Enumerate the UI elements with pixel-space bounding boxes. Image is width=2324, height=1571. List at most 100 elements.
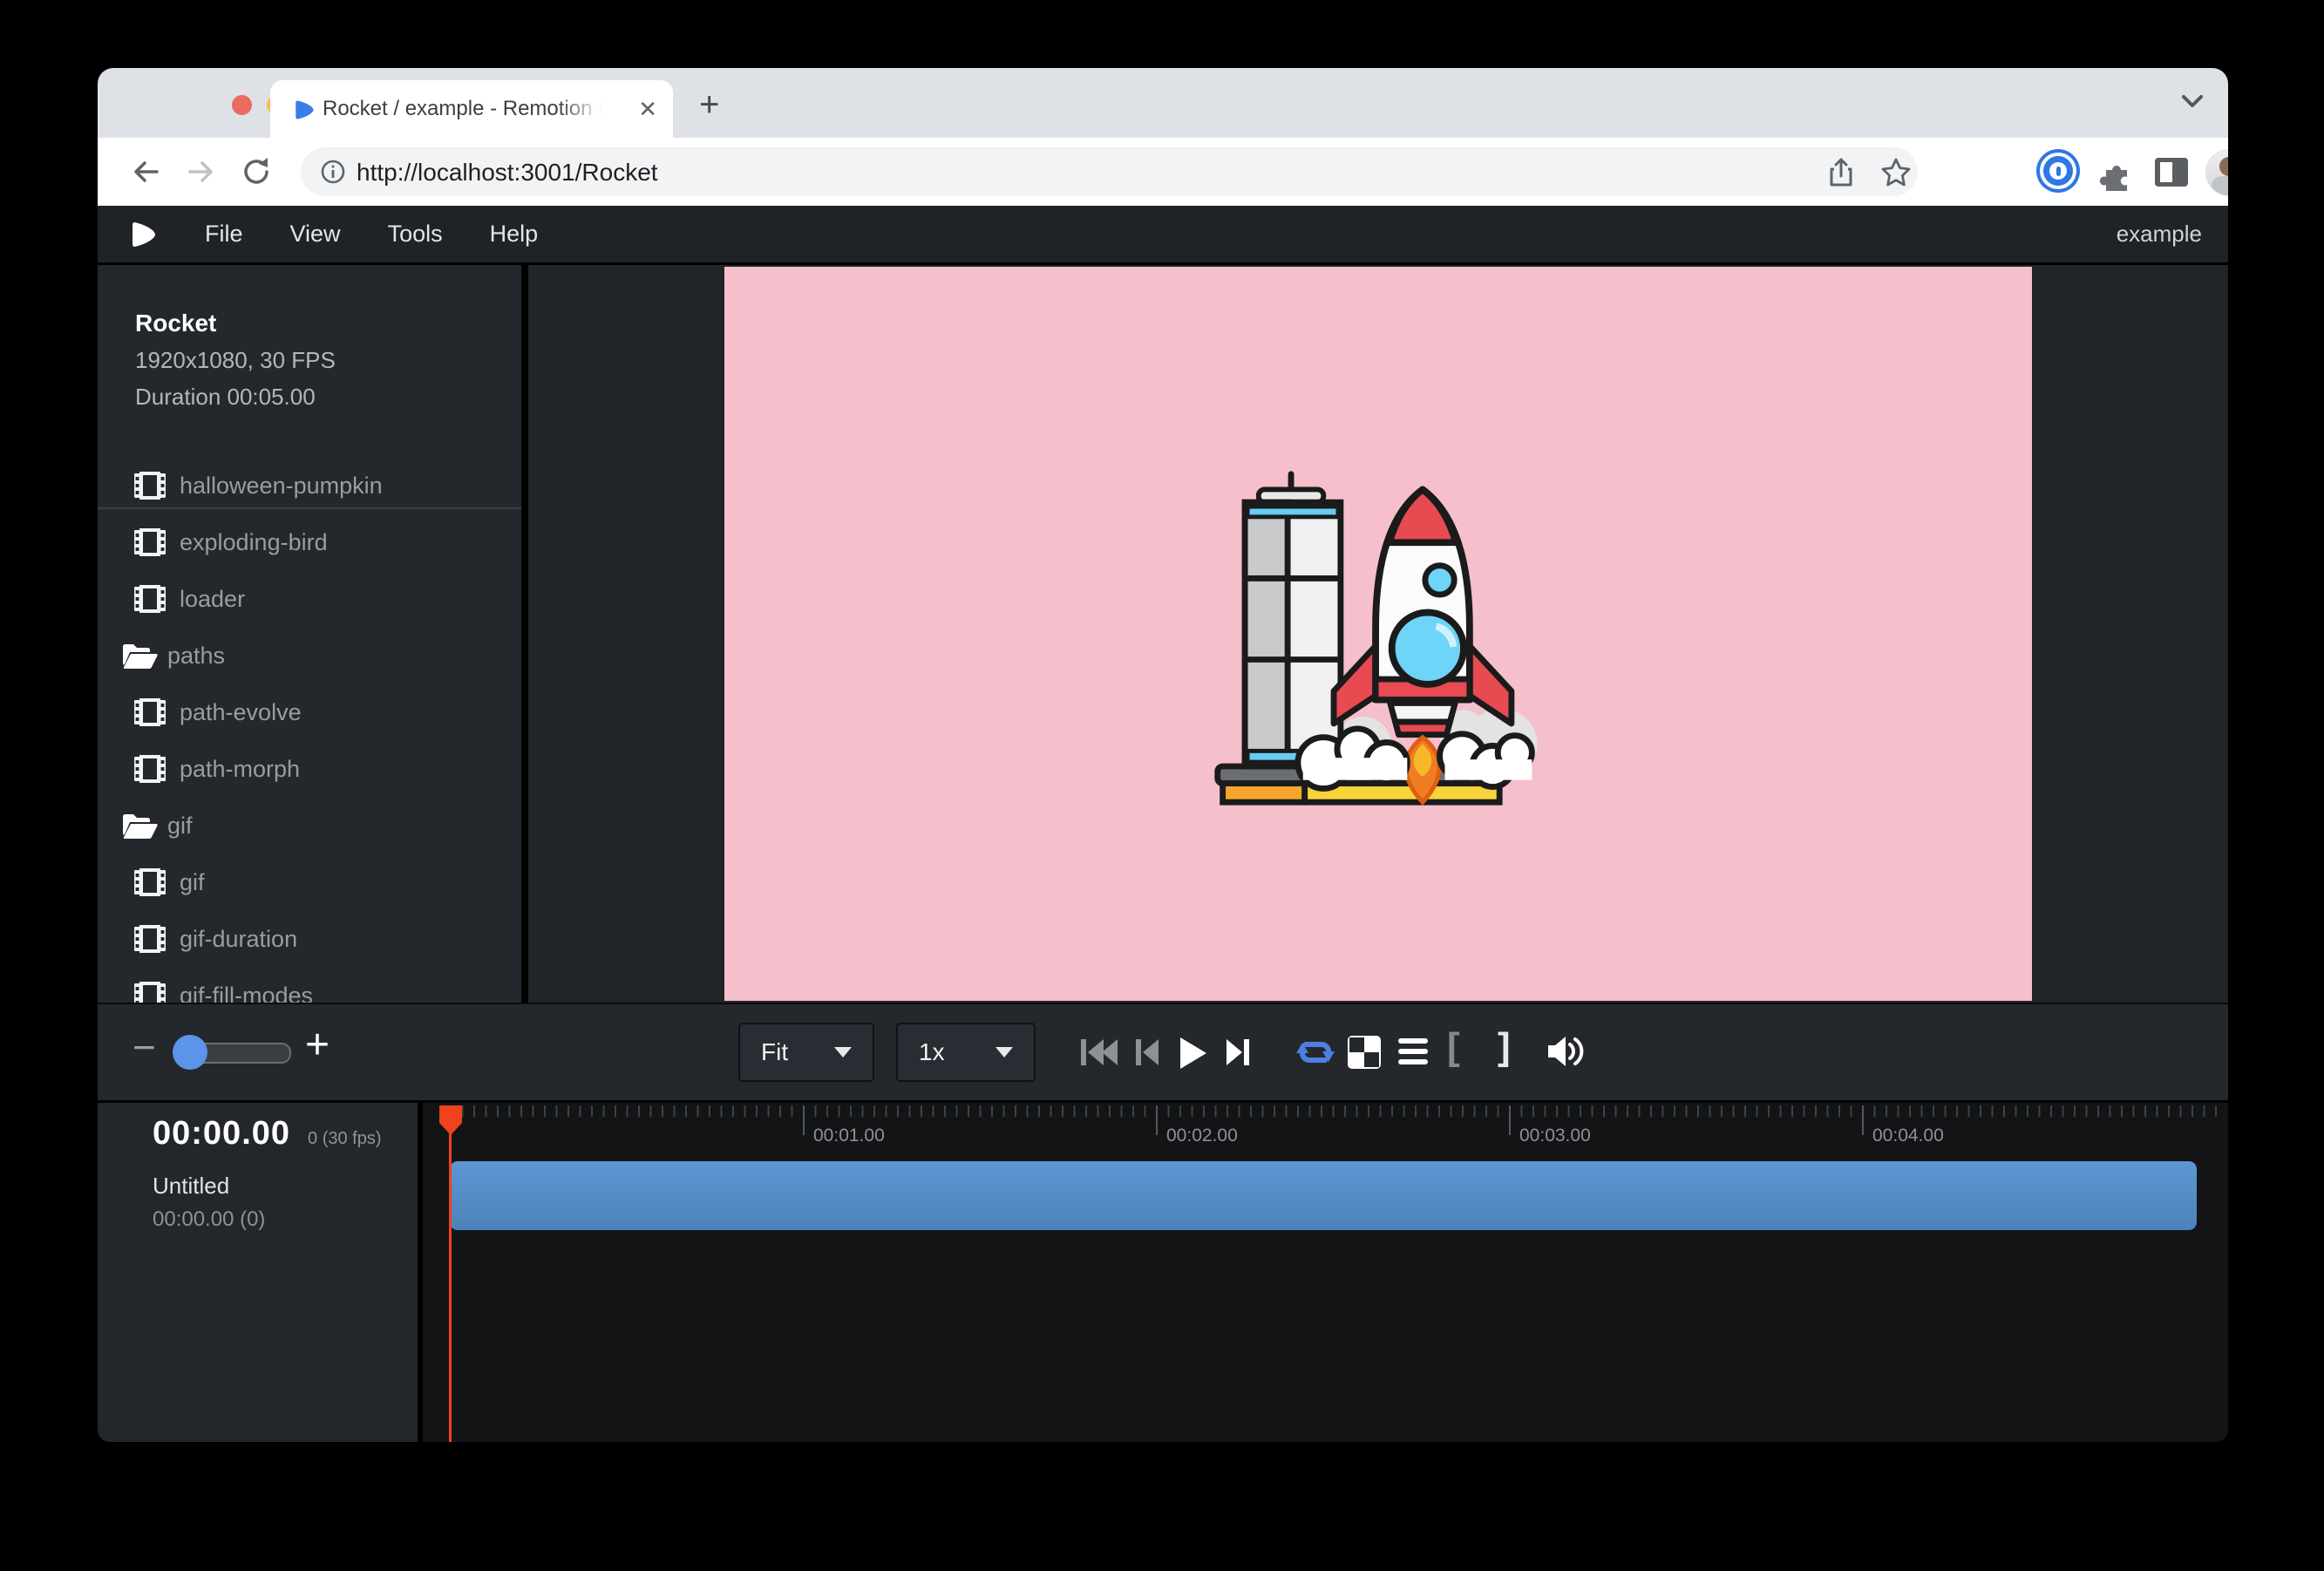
remotion-logo-icon[interactable] (129, 220, 157, 249)
zoom-slider-thumb[interactable] (173, 1035, 207, 1070)
sidebar-item-label: path-evolve (180, 699, 302, 726)
forward-icon[interactable] (185, 156, 218, 187)
menu-view[interactable]: View (267, 221, 364, 248)
timeline-info-panel: 00:00.00 0 (30 fps) Untitled 00:00.00 (0… (98, 1103, 418, 1442)
tab-search-chevron-icon[interactable] (2181, 94, 2204, 110)
share-icon[interactable] (1826, 157, 1856, 188)
compositions-sidebar: Rocket 1920x1080, 30 FPS Duration 00:05.… (98, 265, 521, 1003)
video-canvas[interactable] (724, 267, 2032, 1001)
ruler-label: 00:02.00 (1166, 1126, 1238, 1146)
play-icon[interactable] (1177, 1036, 1208, 1071)
timeline-rows-icon[interactable] (1396, 1036, 1430, 1069)
browser-toolbar: http://localhost:3001/Rocket (98, 138, 2228, 206)
sidebar-item-loader[interactable]: loader (98, 571, 521, 628)
extensions-puzzle-icon[interactable] (2099, 158, 2134, 191)
volume-icon[interactable] (1546, 1034, 1585, 1069)
playhead-marker[interactable] (439, 1105, 462, 1136)
ruler-label: 00:01.00 (813, 1126, 885, 1146)
sidebar-folder-paths[interactable]: paths (98, 628, 521, 684)
sidebar-folder-gif[interactable]: gif (98, 798, 521, 854)
sidebar-folder-label: paths (167, 643, 225, 670)
timeline-panel: 00:00.00 0 (30 fps) Untitled 00:00.00 (0… (98, 1100, 2228, 1442)
sidebar-panel-icon[interactable] (2155, 158, 2188, 187)
timeline-zoom-slider[interactable] (174, 1043, 291, 1064)
chevron-down-icon (996, 1047, 1013, 1058)
ruler-major-tick (1862, 1105, 1864, 1135)
zoom-in-button[interactable]: + (305, 1021, 330, 1069)
sidebar-item-exploding-bird[interactable]: exploding-bird (98, 514, 521, 571)
skip-to-start-icon[interactable] (1079, 1036, 1119, 1069)
tab-close-icon[interactable]: ✕ (638, 95, 657, 123)
tab-title-fade (558, 89, 621, 129)
menu-help[interactable]: Help (466, 221, 562, 248)
avatar-head (2219, 157, 2228, 176)
sidebar-item-halloween-pumpkin[interactable]: halloween-pumpkin (98, 458, 521, 514)
url-text: http://localhost:3001/Rocket (357, 159, 658, 187)
browser-tab[interactable]: Rocket / example - Remotion P ✕ (270, 80, 673, 138)
onepassword-inner (2049, 162, 2067, 180)
composition-title: Rocket (135, 305, 336, 342)
browser-window: Rocket / example - Remotion P ✕ + http:/… (98, 68, 2228, 1442)
main-area: Rocket 1920x1080, 30 FPS Duration 00:05.… (98, 265, 2228, 1003)
profile-avatar[interactable] (2205, 149, 2228, 196)
in-point-bracket-icon[interactable]: [ (1447, 1025, 1460, 1069)
onepassword-extension-icon[interactable] (2040, 153, 2076, 189)
zoom-out-button[interactable]: − (133, 1024, 156, 1071)
site-info-icon[interactable] (320, 159, 346, 185)
sidebar-item-gif-duration[interactable]: gif-duration (98, 911, 521, 968)
next-frame-icon[interactable] (1224, 1036, 1252, 1069)
current-frame-label: 0 (30 fps) (308, 1129, 381, 1149)
current-timecode: 00:00.00 (153, 1115, 290, 1153)
size-select-value: Fit (761, 1038, 788, 1066)
track-time-label: 00:00.00 (0) (153, 1207, 265, 1232)
film-icon (133, 866, 166, 899)
composition-resolution: 1920x1080, 30 FPS (135, 342, 336, 378)
playback-speed-select[interactable]: 1x (896, 1023, 1036, 1082)
composition-duration: Duration 00:05.00 (135, 378, 336, 415)
tab-strip: Rocket / example - Remotion P ✕ + (98, 68, 2228, 138)
sidebar-preview-divider (521, 265, 528, 1003)
close-window-button[interactable] (232, 95, 252, 115)
sidebar-item-label: path-morph (180, 756, 300, 783)
menu-tools[interactable]: Tools (364, 221, 466, 248)
ruler-minor-ticks (450, 1105, 2219, 1117)
timeline-clip[interactable] (450, 1161, 2197, 1230)
sidebar-panel-inner (2160, 162, 2172, 182)
previous-frame-icon[interactable] (1133, 1036, 1161, 1069)
ruler-label: 00:03.00 (1519, 1126, 1591, 1146)
speed-select-value: 1x (919, 1038, 945, 1066)
film-icon (133, 696, 166, 729)
transparency-checkerboard-icon[interactable] (1346, 1034, 1383, 1071)
avatar-body (2212, 176, 2228, 196)
timeline-track-area[interactable]: 00:01.00 00:02.00 00:03.00 00:04.00 (423, 1103, 2228, 1442)
menu-file[interactable]: File (181, 221, 267, 248)
sidebar-folder-label: gif (167, 813, 193, 840)
sidebar-item-gif[interactable]: gif (98, 854, 521, 911)
chevron-down-icon (834, 1047, 852, 1058)
canvas-size-select[interactable]: Fit (738, 1023, 874, 1082)
ruler-major-tick (1509, 1105, 1511, 1135)
playhead-line (449, 1105, 452, 1442)
sidebar-item-label: exploding-bird (180, 529, 328, 556)
sidebar-item-path-morph[interactable]: path-morph (98, 741, 521, 798)
sidebar-item-path-evolve[interactable]: path-evolve (98, 684, 521, 741)
rocket-illustration (1207, 467, 1549, 809)
back-icon[interactable] (129, 156, 162, 187)
playback-toolbar: − + Fit 1x (98, 1003, 2228, 1100)
remotion-favicon (293, 99, 316, 121)
track-name-label: Untitled (153, 1173, 229, 1200)
preview-area (528, 265, 2228, 1003)
sidebar-item-label: gif-duration (180, 926, 297, 953)
loop-icon[interactable] (1294, 1034, 1337, 1071)
composition-info: Rocket 1920x1080, 30 FPS Duration 00:05.… (135, 305, 336, 415)
bookmark-star-icon[interactable] (1880, 157, 1912, 188)
ruler-major-tick (1156, 1105, 1158, 1135)
url-bar[interactable]: http://localhost:3001/Rocket (301, 147, 1918, 196)
sidebar-item-label: halloween-pumpkin (180, 473, 383, 500)
film-icon (133, 526, 166, 559)
new-tab-button[interactable]: + (699, 91, 719, 119)
open-folder-icon (121, 642, 158, 671)
out-point-bracket-icon[interactable]: ] (1498, 1025, 1511, 1069)
reload-icon[interactable] (241, 156, 274, 187)
open-folder-icon (121, 812, 158, 841)
